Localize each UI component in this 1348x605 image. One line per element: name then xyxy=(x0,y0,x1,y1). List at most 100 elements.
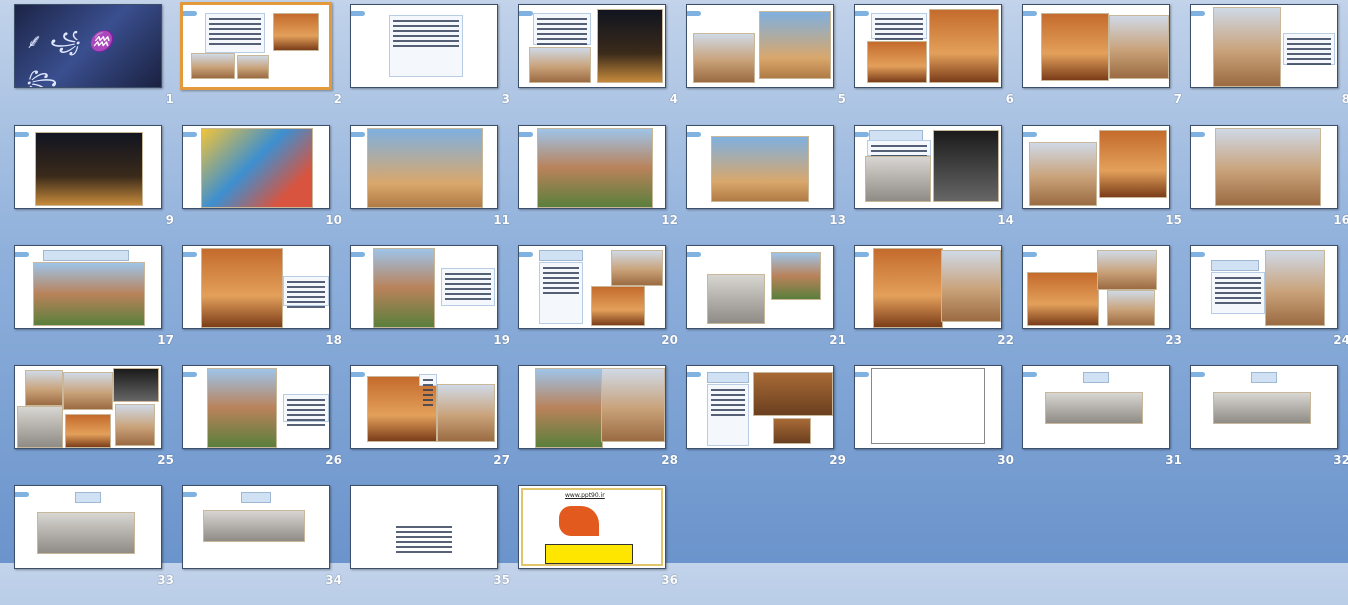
slide-text-block xyxy=(205,13,265,53)
slide-number: 27 xyxy=(493,453,510,467)
slide-title-bar xyxy=(1083,372,1109,383)
slide-thumbnail[interactable] xyxy=(14,245,162,329)
slide-thumbnail[interactable] xyxy=(350,125,498,209)
slide-decoration xyxy=(545,544,633,564)
slide-thumbnail[interactable] xyxy=(1190,4,1338,88)
slide-number: 26 xyxy=(325,453,342,467)
slide-thumbnail[interactable] xyxy=(14,365,162,449)
slide-thumbnail[interactable] xyxy=(854,125,1002,209)
promo-website[interactable]: www.ppt90.ir xyxy=(565,492,605,499)
slide-thumbnail[interactable] xyxy=(1190,245,1338,329)
slide-number: 2 xyxy=(333,92,342,106)
slide-image-placeholder xyxy=(929,9,999,83)
slide-image-placeholder xyxy=(1099,130,1167,198)
slide-number: 24 xyxy=(1333,333,1348,347)
slide-thumbnail[interactable] xyxy=(182,485,330,569)
slide-text-block xyxy=(707,384,749,446)
slide-thumbnail-cell: 17 xyxy=(14,245,182,365)
slide-decoration xyxy=(351,11,365,16)
slide-number: 6 xyxy=(1005,92,1014,106)
slide-thumbnail-cell: www.ppt90.ir 36 xyxy=(518,485,686,605)
slide-number: 33 xyxy=(157,573,174,587)
slide-thumbnail-cell: 18 xyxy=(182,245,350,365)
slide-image-placeholder xyxy=(771,252,821,300)
slide-thumbnail-cell: 3 xyxy=(350,4,518,124)
slide-thumbnail[interactable] xyxy=(854,365,1002,449)
slide-image-placeholder xyxy=(611,250,663,286)
slide-thumbnail[interactable] xyxy=(1022,365,1170,449)
slide-image-placeholder xyxy=(1213,392,1311,424)
slide-thumbnail-cell: 33 xyxy=(14,485,182,605)
slide-number: 11 xyxy=(493,213,510,227)
slide-decoration xyxy=(351,132,365,137)
slide-image-placeholder xyxy=(273,13,319,51)
slide-thumbnail[interactable] xyxy=(1022,245,1170,329)
slide-thumbnail[interactable] xyxy=(1022,4,1170,88)
slide-image-placeholder xyxy=(201,128,313,208)
slide-thumbnail[interactable] xyxy=(182,125,330,209)
slide-thumbnail[interactable] xyxy=(350,485,498,569)
slide-thumbnail[interactable] xyxy=(518,125,666,209)
slide-thumbnail[interactable] xyxy=(518,365,666,449)
slide-thumbnail[interactable]: ⸙ ꧁ ♒ ꧂ xyxy=(14,4,162,88)
slide-decoration xyxy=(1023,11,1037,16)
slide-decoration xyxy=(855,372,869,377)
slide-decoration xyxy=(559,506,599,536)
slide-thumbnail[interactable] xyxy=(14,125,162,209)
slide-thumbnail[interactable] xyxy=(518,4,666,88)
slide-number: 17 xyxy=(157,333,174,347)
slide-decoration xyxy=(351,372,365,377)
slide-number: 29 xyxy=(829,453,846,467)
slide-thumbnail[interactable] xyxy=(686,365,834,449)
slide-number: 36 xyxy=(661,573,678,587)
slide-thumbnail[interactable] xyxy=(854,245,1002,329)
slide-image-placeholder xyxy=(773,418,811,444)
slide-text-block xyxy=(389,15,463,77)
slide-thumbnail[interactable] xyxy=(686,4,834,88)
slide-text-block xyxy=(419,374,437,386)
slide-number: 14 xyxy=(997,213,1014,227)
slide-thumbnail[interactable] xyxy=(350,4,498,88)
slide-thumbnail-cell: 5 xyxy=(686,4,854,124)
slide-image-placeholder xyxy=(529,47,591,83)
slide-image-placeholder xyxy=(37,512,135,554)
slide-thumbnail-cell: 23 xyxy=(1022,245,1190,365)
slide-text-block xyxy=(283,394,329,422)
slide-thumbnail[interactable] xyxy=(350,365,498,449)
slide-thumbnail[interactable] xyxy=(182,245,330,329)
slide-image-placeholder xyxy=(437,384,495,442)
slide-thumbnail[interactable]: www.ppt90.ir xyxy=(518,485,666,569)
slide-text-block xyxy=(867,140,931,156)
slide-decoration xyxy=(1191,372,1205,377)
slide-thumbnail[interactable] xyxy=(14,485,162,569)
slide-image-placeholder xyxy=(597,9,663,83)
slide-image-placeholder xyxy=(753,372,833,416)
slide-thumbnail[interactable] xyxy=(350,245,498,329)
slide-thumbnail-cell: 35 xyxy=(350,485,518,605)
slide-thumbnail[interactable] xyxy=(686,245,834,329)
slide-image-placeholder xyxy=(201,248,283,328)
slide-image-placeholder xyxy=(35,132,143,206)
slide-image-placeholder xyxy=(865,156,931,202)
slide-image-placeholder xyxy=(1027,272,1099,326)
slide-thumbnail[interactable] xyxy=(182,365,330,449)
slide-thumbnail[interactable] xyxy=(854,4,1002,88)
slide-thumbnail-cell: 19 xyxy=(350,245,518,365)
slide-thumbnail-cell: 21 xyxy=(686,245,854,365)
slide-decoration xyxy=(687,372,701,377)
slide-number: 13 xyxy=(829,213,846,227)
slide-thumbnail[interactable] xyxy=(518,245,666,329)
slide-thumbnail-cell: 27 xyxy=(350,365,518,485)
slide-thumbnail[interactable] xyxy=(1190,365,1338,449)
slide-thumbnail-cell: 16 xyxy=(1190,125,1348,245)
slide-image-placeholder xyxy=(591,286,645,326)
slide-image-placeholder xyxy=(537,128,653,208)
slide-thumbnail[interactable] xyxy=(686,125,834,209)
slide-number: 5 xyxy=(837,92,846,106)
slide-thumbnail[interactable] xyxy=(180,2,332,90)
slide-image-placeholder xyxy=(1109,15,1169,79)
slide-thumbnail-cell: 25 xyxy=(14,365,182,485)
slide-thumbnail-cell: 28 xyxy=(518,365,686,485)
slide-thumbnail[interactable] xyxy=(1022,125,1170,209)
slide-thumbnail[interactable] xyxy=(1190,125,1338,209)
